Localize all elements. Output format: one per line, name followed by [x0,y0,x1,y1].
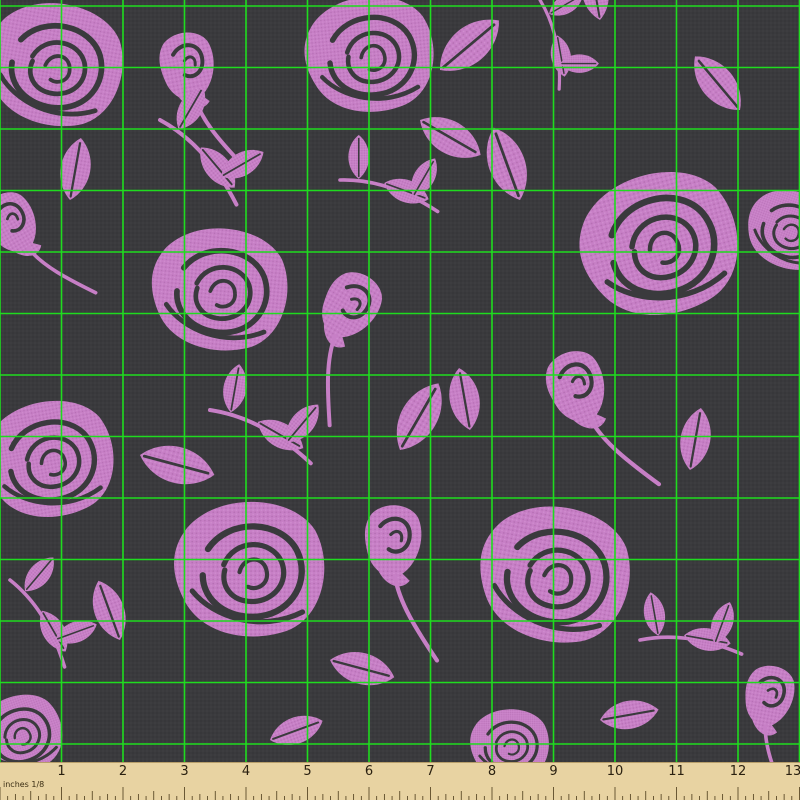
ruler-number: 1 [57,764,66,779]
ruler-number: 8 [487,764,497,779]
ruler-number: 3 [180,764,189,779]
ruler-unit-label: inches 1/8 [3,780,45,789]
ruler-number: 7 [426,764,435,779]
ruler-number: 12 [729,764,747,779]
rose-pattern-fabric [0,0,800,762]
ruler-number: 2 [118,764,128,779]
fabric-swatch-viewer: inches 1/8 1 2 3 4 5 6 7 8 9 10 11 12 13 [0,0,800,800]
ruler-number: 10 [606,764,624,779]
ruler-number: 6 [364,764,374,779]
ruler-number: 11 [668,764,685,779]
ruler-number: 4 [241,764,251,779]
ruler-number: 5 [303,764,312,779]
ruler-bar: inches 1/8 1 2 3 4 5 6 7 8 9 10 11 12 13 [0,762,800,800]
ruler-number: 9 [549,764,558,779]
ruler-number: 13 [784,764,800,779]
